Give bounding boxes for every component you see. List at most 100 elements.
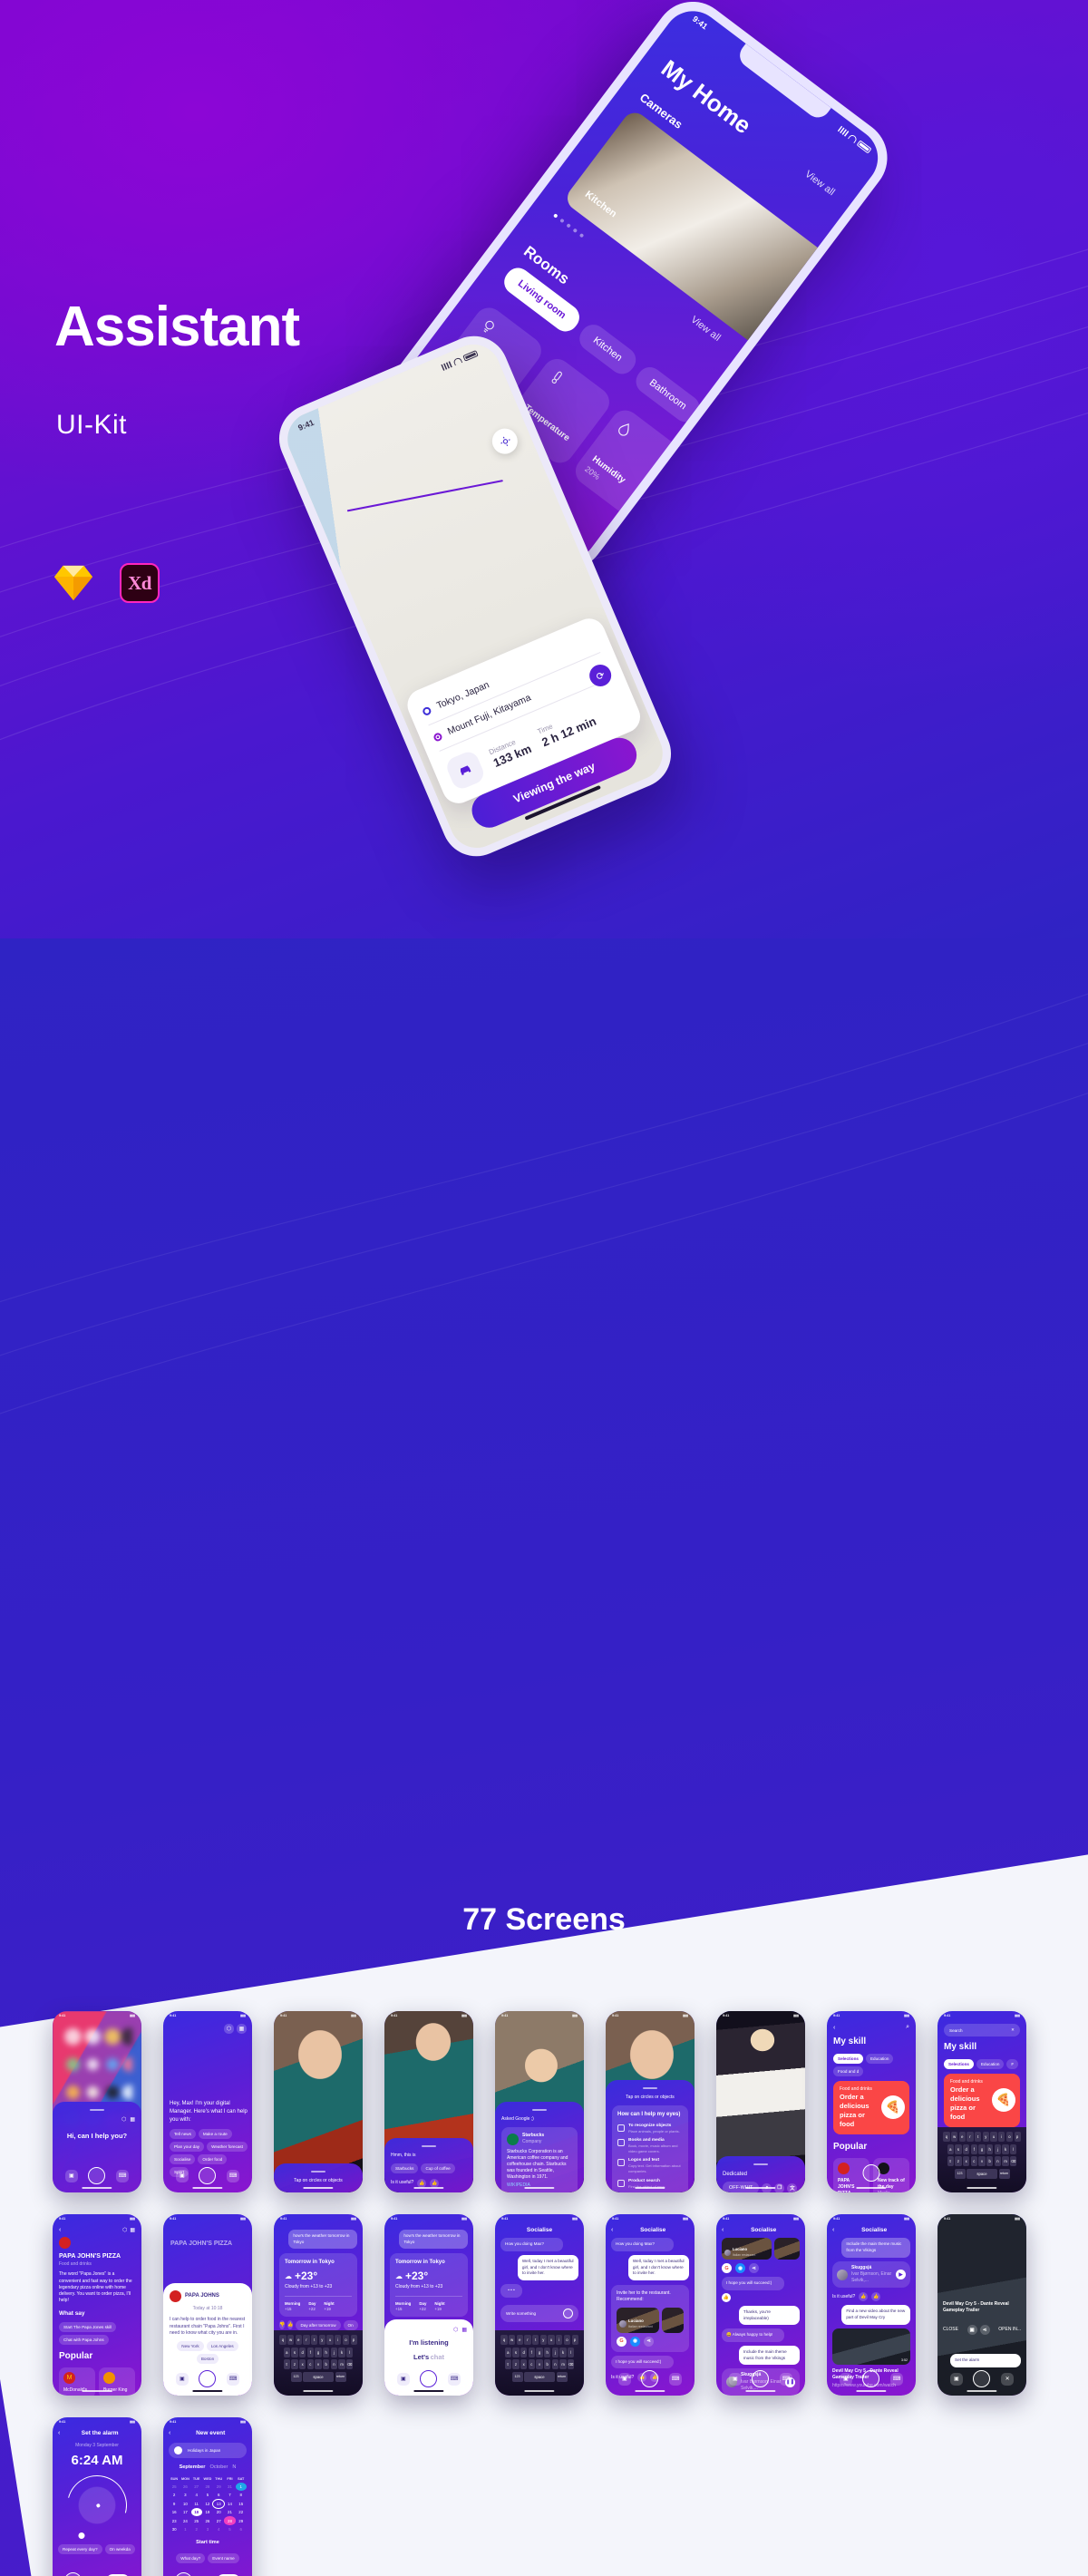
grid-icon[interactable]: ▦ [461,2327,467,2333]
chip-order-food[interactable]: Order food [198,2154,228,2164]
capability-books-media[interactable]: Books and media Book, movie, music album … [617,2138,683,2153]
screen-thumb-set-alarm[interactable]: 9:41 ▮▮▮ ‹ Set the alarm Monday 3 Septemb… [53,2417,141,2576]
event-name-input[interactable]: Holidays in Japan [169,2443,247,2459]
chip-new-york[interactable]: New York [177,2341,204,2351]
cube-icon[interactable]: ⬡ [121,2116,126,2123]
chip-cup-of-coffee[interactable]: Cup of coffee [421,2163,455,2173]
keyboard-row-1[interactable]: q w e r t y u i o p [939,2132,1025,2142]
calendar-day[interactable]: 24 [180,2516,190,2524]
key-b[interactable]: b [323,2359,330,2369]
key-u[interactable]: u [326,2335,334,2345]
video-thumbnail[interactable]: 3:52 [832,2328,910,2365]
keyboard-icon[interactable]: ⌨ [116,2169,130,2182]
back-icon[interactable]: ‹ [58,2430,60,2436]
share-actions[interactable]: G ◉ ⋖ [617,2336,684,2347]
key-r[interactable]: r [967,2132,974,2142]
key-a[interactable]: a [947,2143,954,2154]
chip-boston[interactable]: Boston [196,2354,219,2364]
sheet-grabber[interactable] [643,2087,657,2089]
knowledge-card[interactable]: Starbucks Company Starbucks Corporation … [501,2126,578,2192]
camera-icon[interactable]: ▣ [728,2372,742,2386]
camera-icon[interactable]: ▣ [617,2372,631,2386]
calendar-day[interactable]: 5 [224,2525,235,2533]
open-in-button[interactable]: OPEN IN... [998,2327,1021,2333]
screen-thumb-assistant-home[interactable]: 9:41 ▮▮▮ ⬡ ▦ Hi, can I help you? ▣ ⌨ [53,2011,141,2192]
chip-weather-forecast[interactable]: Weather forecast [207,2142,248,2152]
key-i[interactable]: i [556,2335,563,2345]
close-icon[interactable]: ✕ [1001,2372,1015,2386]
calendar-day[interactable]: 11 [191,2500,202,2508]
key-r[interactable]: r [524,2335,531,2345]
key-v[interactable]: v [536,2359,543,2369]
key-b[interactable]: b [986,2156,994,2166]
key-j[interactable]: j [330,2347,337,2357]
assistant-nav[interactable]: ▣ ⌨ [163,2370,252,2387]
city-chips[interactable]: New York Los Angeles Boston [170,2341,246,2364]
calendar-day[interactable]: 14 [224,2500,235,2508]
numeric-key[interactable]: 123 [954,2168,966,2179]
key-s[interactable]: s [291,2347,298,2357]
key-a[interactable]: a [504,2347,511,2357]
key-s[interactable]: s [512,2347,520,2357]
calendar-day[interactable]: 1 [180,2525,190,2533]
numeric-key[interactable]: 123 [290,2371,302,2382]
calendar-day-event[interactable]: 28 [224,2516,236,2525]
calendar-day[interactable]: 15 [236,2500,247,2508]
cube-icon[interactable]: ⬡ [453,2327,458,2333]
chip-what-day[interactable]: What day? [176,2553,206,2564]
key-k[interactable]: k [1002,2143,1009,2154]
screen-thumb-socialise-typing[interactable]: 9:41 ▮▮▮ Socialise How you doing Max? Wel… [495,2214,584,2396]
keyboard-row-4[interactable]: 123 space return [939,2168,1025,2179]
calendar-day[interactable]: 28 [202,2483,213,2491]
restaurant-images[interactable]: Luciano Italian restaurant [617,2307,684,2333]
keyboard-icon[interactable]: ⌨ [227,2372,240,2386]
space-key[interactable]: space [967,2168,997,2179]
thumbs-down-icon[interactable]: 👍 [871,2292,881,2302]
tab-education[interactable]: Education [865,2053,894,2064]
calendar-day[interactable]: 31 [224,2483,235,2491]
key-z[interactable]: z [291,2359,298,2369]
voice-button[interactable] [973,2370,991,2387]
restaurant-image-luciano[interactable]: Luciano Italian restaurant [722,2238,772,2260]
key-d[interactable]: d [963,2143,970,2154]
assistant-nav[interactable]: ▣ ⌨ [827,2370,916,2387]
restaurant-images[interactable]: Luciano Italian restaurant [722,2238,800,2260]
key-j[interactable]: j [994,2143,1001,2154]
key-c[interactable]: c [306,2359,314,2369]
key-e[interactable]: e [958,2132,966,2142]
assistant-nav[interactable]: ▣ ⌨ [384,2370,473,2387]
camera-icon[interactable]: ▣ [175,2372,189,2386]
calendar-day[interactable]: 10 [180,2500,190,2508]
backspace-key[interactable]: ⌫ [346,2359,354,2369]
capability-recognize-objects[interactable]: To recognize objects Place animals, peopl… [617,2124,683,2134]
tab-selections[interactable]: Selections [833,2053,863,2064]
screen-thumb-dedicated-brand[interactable]: 9:41▮▮▮ Dedicated OFF-WHIT ⌕ ❐ 文 [716,2011,805,2192]
carousel-dots[interactable] [552,213,585,238]
key-o[interactable]: o [1005,2132,1013,2142]
skill-suggestion-chips[interactable]: Start The Papa Jones skill Chat with Pap… [59,2322,135,2346]
camera-icon[interactable]: ▣ [396,2372,410,2386]
key-d[interactable]: d [520,2347,528,2357]
key-m[interactable]: m [1002,2156,1009,2166]
month-tab-october[interactable]: October [209,2464,228,2471]
calendar-day[interactable]: 19 [202,2508,213,2516]
screen-thumb-my-skill[interactable]: 9:41 ▮▮▮ ‹ ⌕ My skill Selections Educatio… [827,2011,916,2192]
clock-dial[interactable] [55,2464,139,2547]
key-v[interactable]: v [978,2156,986,2166]
chip-make-a-route[interactable]: Make a route [198,2129,232,2139]
chip-event-name[interactable]: Event name [208,2553,239,2564]
keyboard-icon[interactable]: ⌨ [669,2372,683,2386]
screen-thumb-lens-capabilities[interactable]: 9:41 ▮▮▮ Tap on circles or objects How ca… [606,2011,695,2192]
safari-icon[interactable]: ◉ [630,2336,640,2347]
chip-on[interactable]: On [343,2319,358,2330]
calendar-day[interactable]: 25 [169,2483,180,2491]
weather-card[interactable]: Tomorrow in Tokyo ☁ +23° Cloudy from +13… [390,2253,468,2317]
screen-thumb-new-event[interactable]: 9:41 ▮▮▮ ‹ New event Holidays in Japan Se… [163,2417,252,2576]
share-icon[interactable]: ⋖ [749,2263,759,2274]
voice-button[interactable] [175,2572,193,2576]
chip-socialise[interactable]: Socialise [170,2154,196,2164]
backspace-key[interactable]: ⌫ [568,2359,575,2369]
recognition-chips[interactable]: Starbucks Cup of coffee [391,2163,467,2173]
screen-thumb-socialise-recommend[interactable]: 9:41 ▮▮▮ ‹ Socialise How you doing Max? W… [606,2214,695,2396]
numeric-key[interactable]: 123 [511,2371,523,2382]
